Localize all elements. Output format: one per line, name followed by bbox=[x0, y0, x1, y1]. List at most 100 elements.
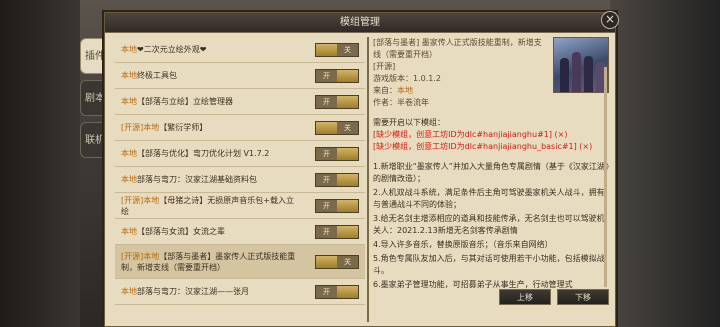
mod-name: [开源]本地【繁衍学师】 bbox=[121, 122, 299, 133]
mod-name: 本地部落与弯刀：汉家江湖——张月 bbox=[121, 286, 299, 297]
pane-divider bbox=[367, 37, 369, 322]
mod-source-tag: [开源]本地 bbox=[121, 123, 160, 132]
mod-name: [开源]本地【母猪之诗】无损原声音乐包+载入立绘 bbox=[121, 195, 299, 217]
author-label: 作者： bbox=[373, 98, 397, 107]
mod-row[interactable]: 本地终极工具包 开 bbox=[115, 63, 365, 89]
mod-title: 【部落与立绘】立绘管理器 bbox=[137, 97, 233, 106]
mod-source-tag: 本地 bbox=[121, 149, 137, 158]
version-value: 1.0.1.2 bbox=[413, 74, 441, 83]
move-up-button[interactable]: 上移 bbox=[499, 289, 551, 305]
mod-name: 本地终极工具包 bbox=[121, 70, 299, 81]
toggle-label: 关 bbox=[344, 123, 351, 132]
mod-list: 本地❤二次元立绘外观❤ 关本地终极工具包开本地【部落与立绘】立绘管理器开 [开源]本… bbox=[115, 37, 365, 322]
mod-title: 部落与弯刀：汉家江湖基础资料包 bbox=[137, 175, 257, 184]
toggle-label: 关 bbox=[344, 45, 351, 54]
mod-source-tag: 本地 bbox=[121, 71, 137, 80]
mod-manager-window: 模组管理 × 本地❤二次元立绘外观❤ 关本地终极工具包开本地【部落与立绘】立绘管理… bbox=[104, 11, 619, 327]
toggle-label: 关 bbox=[344, 257, 351, 266]
toggle-knob bbox=[316, 255, 337, 268]
mod-row[interactable]: 本地部落与弯刀：汉家江湖——张月 开 bbox=[115, 279, 365, 305]
mod-row[interactable]: 本地【部落与优化】弯刀优化计划 V1.7.2 开 bbox=[115, 141, 365, 167]
mod-toggle[interactable]: 开 bbox=[315, 172, 359, 187]
desc-line-1: 1.新增职业“墨家传人”并加入大量角色专属剧情（基于《汉家江湖》的剧情改造）； bbox=[373, 162, 609, 183]
mod-toggle[interactable]: 开 bbox=[315, 284, 359, 299]
mod-title: ❤二次元立绘外观❤ bbox=[137, 45, 207, 54]
toggle-knob bbox=[316, 43, 337, 56]
mod-toggle[interactable]: 关 bbox=[315, 120, 359, 135]
mod-source-tag: 本地 bbox=[121, 175, 137, 184]
mod-title: 部落与弯刀：汉家江湖——张月 bbox=[137, 287, 249, 296]
toggle-label: 开 bbox=[323, 175, 330, 184]
mod-name: 本地【部落与优化】弯刀优化计划 V1.7.2 bbox=[121, 148, 299, 159]
mod-title: 终极工具包 bbox=[137, 71, 177, 80]
toggle-knob bbox=[337, 225, 358, 238]
mod-toggle[interactable]: 关 bbox=[315, 254, 359, 269]
toggle-knob bbox=[337, 199, 358, 212]
mod-toggle[interactable]: 关 bbox=[315, 42, 359, 57]
mod-row[interactable]: [开源]本地【繁衍学师】 关 bbox=[115, 115, 365, 141]
mod-row[interactable]: [开源]本地【母猪之诗】无损原声音乐包+载入立绘 开 bbox=[115, 193, 365, 219]
toggle-knob bbox=[337, 69, 358, 82]
toggle-knob bbox=[337, 95, 358, 108]
mod-toggle[interactable]: 开 bbox=[315, 94, 359, 109]
mod-thumbnail bbox=[553, 37, 609, 93]
mod-name: [开源]本地【部落与墨者】墨家传人正式版技能重制，新增支线（需要重开档） bbox=[121, 251, 299, 273]
requires-heading: 需要开启以下模组： bbox=[373, 118, 445, 127]
mod-title: 【部落与女流】女流之辈 bbox=[137, 227, 225, 236]
source-value: 本地 bbox=[397, 86, 413, 95]
desc-line-5: 5.角色专属队友加入后，与其对话可使用若干小功能，包括模拟战斗。 bbox=[373, 254, 605, 275]
toggle-label: 开 bbox=[323, 287, 330, 296]
toggle-knob bbox=[316, 121, 337, 134]
mod-source-tag: 本地 bbox=[121, 287, 137, 296]
author-value: 半卷流年 bbox=[397, 98, 429, 107]
window-title: 模组管理 bbox=[340, 17, 380, 28]
mod-title: 【繁衍学师】 bbox=[159, 123, 208, 132]
mod-detail: [部落与墨者] 墨家传人正式版技能重制，新增支线（需要重开档） [开源] 游戏版… bbox=[373, 37, 609, 322]
mod-name: 本地部落与弯刀：汉家江湖基础资料包 bbox=[121, 174, 299, 185]
desc-line-3: 3.给无名剑主增添相应的道具和技能传承，无名剑主也可以驾驶机关人：2021.2.… bbox=[373, 214, 605, 235]
window-titlebar: 模组管理 × bbox=[105, 11, 619, 33]
mod-source-tag: 本地 bbox=[121, 97, 137, 106]
background-left bbox=[0, 0, 80, 327]
mod-row[interactable]: [开源]本地【部落与墨者】墨家传人正式版技能重制，新增支线（需要重开档） 关 bbox=[115, 245, 365, 279]
open-source-tag: [开源] bbox=[373, 62, 396, 71]
mod-toggle[interactable]: 开 bbox=[315, 198, 359, 213]
move-down-button[interactable]: 下移 bbox=[557, 289, 609, 305]
toggle-label: 开 bbox=[323, 71, 330, 80]
toggle-label: 开 bbox=[323, 201, 330, 210]
mod-toggle[interactable]: 开 bbox=[315, 224, 359, 239]
mod-source-tag: 本地 bbox=[121, 227, 137, 236]
move-buttons: 上移 下移 bbox=[499, 289, 609, 305]
mod-toggle[interactable]: 开 bbox=[315, 146, 359, 161]
toggle-knob bbox=[337, 173, 358, 186]
toggle-knob bbox=[337, 147, 358, 160]
desc-line-4: 4.导入许多音乐，替换原版音乐；（音乐来自网络） bbox=[373, 240, 553, 249]
mod-source-tag: [开源]本地 bbox=[121, 251, 160, 261]
background-right bbox=[610, 0, 720, 327]
toggle-knob bbox=[337, 285, 358, 298]
close-icon[interactable]: × bbox=[601, 11, 619, 29]
mod-source-tag: 本地 bbox=[121, 45, 137, 54]
detail-scrollbar[interactable] bbox=[604, 67, 607, 287]
mod-row[interactable]: 本地【部落与女流】女流之辈 开 bbox=[115, 219, 365, 245]
missing-mod-1: [缺少模组，创意工坊ID为dlc#hanjiajianghu#1] (×) bbox=[373, 130, 568, 139]
mod-name: 本地【部落与女流】女流之辈 bbox=[121, 226, 299, 237]
desc-line-2: 2.人机双战斗系统，满足条件后主角可驾驶墨家机关人战斗，拥有与普通战斗不同的体验… bbox=[373, 188, 605, 209]
mod-row[interactable]: 本地❤二次元立绘外观❤ 关 bbox=[115, 37, 365, 63]
mod-title: 【部落与优化】弯刀优化计划 V1.7.2 bbox=[137, 149, 270, 158]
mod-source-tag: [开源]本地 bbox=[121, 195, 160, 205]
version-line: 游戏版本：1.0.1.2 bbox=[373, 73, 543, 85]
mod-toggle[interactable]: 开 bbox=[315, 68, 359, 83]
toggle-label: 开 bbox=[323, 97, 330, 106]
author-line: 作者：半卷流年 bbox=[373, 97, 543, 109]
source-label: 来自： bbox=[373, 86, 397, 95]
version-label: 游戏版本： bbox=[373, 74, 413, 83]
mod-row[interactable]: 本地【部落与立绘】立绘管理器 开 bbox=[115, 89, 365, 115]
toggle-label: 开 bbox=[323, 149, 330, 158]
toggle-label: 开 bbox=[323, 227, 330, 236]
mod-name: 本地【部落与立绘】立绘管理器 bbox=[121, 96, 299, 107]
missing-mod-2: [缺少模组，创意工坊ID为dlc#hanjiajianghu_basic#1] … bbox=[373, 142, 593, 151]
mod-row[interactable]: 本地部落与弯刀：汉家江湖基础资料包 开 bbox=[115, 167, 365, 193]
detail-title-text: [部落与墨者] 墨家传人正式版技能重制，新增支线（需要重开档） bbox=[373, 38, 542, 59]
mod-name: 本地❤二次元立绘外观❤ bbox=[121, 44, 299, 55]
